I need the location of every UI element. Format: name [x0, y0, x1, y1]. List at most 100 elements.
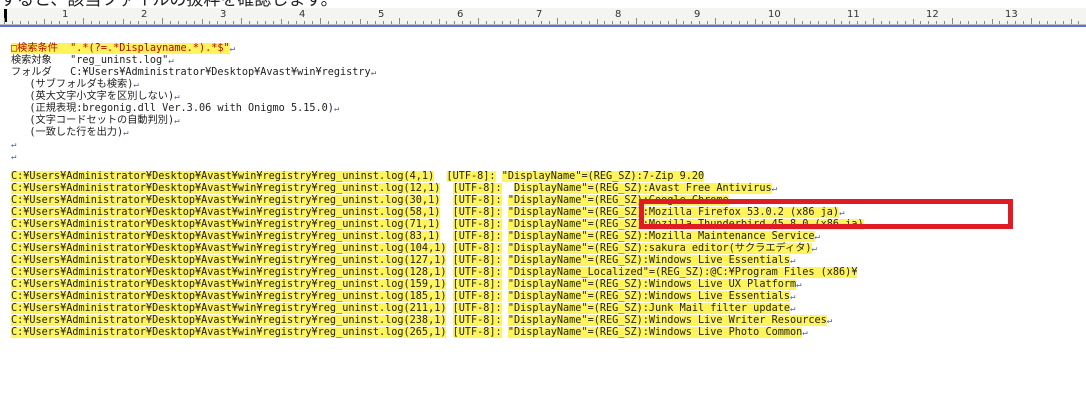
result-line[interactable]: C:¥Users¥Administrator¥Desktop¥Avast¥win…: [11, 243, 817, 255]
ruler-tick: [865, 21, 867, 24]
ruler-tick: [809, 21, 811, 24]
ruler-tick: [280, 19, 282, 24]
ruler-tick: [833, 19, 835, 24]
ruler-tick: [722, 21, 724, 24]
ruler-num-3: 3: [220, 9, 227, 20]
ruler-tick: [612, 21, 614, 24]
option-case-line: (英大文字小文字を区別しない)↵: [11, 91, 180, 102]
ruler-num-11: 11: [847, 9, 860, 20]
ruler-tick: [999, 21, 1001, 24]
ruler-tick: [857, 21, 859, 24]
ruler-tick: [715, 18, 716, 24]
ruler-num-1: 1: [62, 9, 69, 20]
ruler-tick: [794, 18, 795, 24]
ruler-tick: [904, 21, 906, 24]
ruler-tick: [304, 21, 306, 24]
ruler-tick: [580, 21, 582, 24]
ruler-tick: [849, 21, 851, 24]
ruler-tick: [1031, 18, 1032, 24]
grep-result-editor[interactable]: □検索条件 ".*(?=.*Displayname.*).*$"↵ 検索対象 "…: [0, 25, 1086, 407]
ruler-num-12: 12: [926, 9, 939, 20]
result-line[interactable]: C:¥Users¥Administrator¥Desktop¥Avast¥win…: [11, 231, 820, 243]
result-line[interactable]: C:¥Users¥Administrator¥Desktop¥Avast¥win…: [11, 303, 795, 315]
ruler-tick: [928, 21, 930, 24]
ruler-tick: [541, 21, 543, 24]
ruler-tick: [643, 21, 645, 24]
ruler-tick: [493, 21, 495, 24]
ruler-tick: [817, 21, 819, 24]
ruler-tick: [770, 21, 772, 24]
option-regex-line: (正規表現:bregonig.dll Ver.3.06 with Onigmo …: [11, 103, 340, 114]
ruler-tick: [383, 21, 385, 24]
ruler-num-13: 13: [1005, 9, 1018, 20]
ruler-tick: [1046, 21, 1048, 24]
ruler-tick: [675, 19, 677, 24]
ruler-num-4: 4: [299, 9, 306, 20]
ruler-tick: [185, 21, 187, 24]
ruler-tick: [936, 21, 938, 24]
option-charset-line: (文字コードセットの自動判別)↵: [11, 115, 180, 126]
ruler-tick: [912, 19, 914, 24]
column-ruler: 1 2 3 4 5 6 7 8 9 10 11 12 13: [0, 8, 1086, 25]
ruler-tick: [351, 21, 353, 24]
ruler-tick: [967, 21, 969, 24]
ruler-tick: [517, 19, 519, 24]
ruler-tick: [138, 21, 140, 24]
ruler-tick: [454, 21, 456, 24]
ruler-tick: [430, 21, 432, 24]
ruler-tick: [114, 21, 116, 24]
ruler-tick: [462, 21, 464, 24]
result-line[interactable]: C:¥Users¥Administrator¥Desktop¥Avast¥win…: [11, 291, 795, 303]
result-line[interactable]: C:¥Users¥Administrator¥Desktop¥Avast¥win…: [11, 315, 832, 327]
ruler-tick: [201, 19, 203, 24]
ruler-tick: [248, 21, 250, 24]
ruler-tick: [959, 21, 961, 24]
ruler-tick: [636, 18, 637, 24]
ruler-tick: [501, 21, 503, 24]
ruler-tick: [414, 21, 416, 24]
ruler-tick: [4, 18, 5, 24]
ruler-tick: [288, 21, 290, 24]
ruler-tick: [256, 21, 258, 24]
ruler-tick: [90, 21, 92, 24]
ruler-tick: [106, 21, 108, 24]
ruler-tick: [620, 21, 622, 24]
ruler-tick: [233, 21, 235, 24]
ruler-tick: [391, 21, 393, 24]
ruler-tick: [320, 18, 321, 24]
ruler-tick: [169, 21, 171, 24]
result-line[interactable]: C:¥Users¥Administrator¥Desktop¥Avast¥win…: [11, 171, 705, 183]
ruler-tick: [327, 21, 329, 24]
search-condition-line: □検索条件 ".*(?=.*Displayname.*).*$"↵: [11, 43, 236, 54]
ruler-tick: [1054, 21, 1056, 24]
ruler-tick: [691, 21, 693, 24]
ruler-num-9: 9: [694, 9, 701, 20]
ruler-tick: [983, 21, 985, 24]
ruler-tick: [604, 21, 606, 24]
editor-top-border: [0, 25, 1086, 27]
ruler-tick: [533, 21, 535, 24]
result-line[interactable]: C:¥Users¥Administrator¥Desktop¥Avast¥win…: [11, 195, 729, 207]
ruler-tick: [952, 18, 953, 24]
ruler-tick: [1038, 21, 1040, 24]
result-line[interactable]: C:¥Users¥Administrator¥Desktop¥Avast¥win…: [11, 327, 808, 339]
result-line[interactable]: C:¥Users¥Administrator¥Desktop¥Avast¥win…: [11, 279, 802, 291]
ruler-tick: [75, 21, 77, 24]
ruler-tick: [944, 21, 946, 24]
result-line[interactable]: C:¥Users¥Administrator¥Desktop¥Avast¥win…: [11, 255, 795, 267]
ruler-tick: [738, 21, 740, 24]
ruler-tick: [35, 21, 37, 24]
ruler-tick: [225, 21, 227, 24]
ruler-tick: [43, 19, 45, 24]
ruler-tick: [209, 21, 211, 24]
ruler-tick: [651, 21, 653, 24]
ruler-tick: [549, 21, 551, 24]
ruler-tick: [746, 21, 748, 24]
ruler-tick: [659, 21, 661, 24]
ruler-tick: [572, 21, 574, 24]
ruler-tick: [588, 21, 590, 24]
result-line[interactable]: C:¥Users¥Administrator¥Desktop¥Avast¥win…: [11, 267, 858, 279]
result-line[interactable]: C:¥Users¥Administrator¥Desktop¥Avast¥win…: [11, 183, 777, 195]
ruler-tick: [596, 19, 598, 24]
ruler-tick: [193, 21, 195, 24]
